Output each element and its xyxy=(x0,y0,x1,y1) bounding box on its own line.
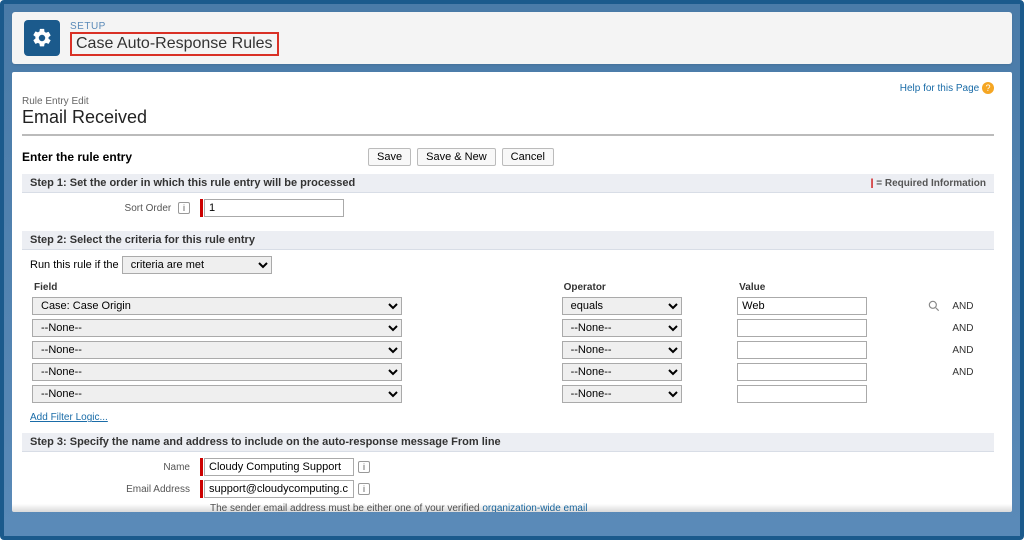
setup-header: SETUP Case Auto-Response Rules xyxy=(12,12,1012,64)
step1-header: Step 1: Set the order in which this rule… xyxy=(22,174,994,193)
step3-header: Step 3: Specify the name and address to … xyxy=(22,433,994,452)
value-input[interactable] xyxy=(737,297,867,315)
run-rule-label: Run this rule if the xyxy=(30,259,119,271)
col-operator: Operator xyxy=(560,280,736,295)
cancel-button[interactable]: Cancel xyxy=(502,148,554,166)
col-value: Value xyxy=(735,280,925,295)
criteria-row: --None-- --None-- AND xyxy=(30,339,986,361)
info-icon[interactable]: i xyxy=(358,483,370,495)
step3-body: Name i Email Address i The sender email … xyxy=(22,452,994,512)
and-label: AND xyxy=(950,339,986,361)
criteria-row: --None-- --None-- AND xyxy=(30,317,986,339)
info-icon[interactable]: i xyxy=(358,461,370,473)
required-bar xyxy=(200,480,203,498)
criteria-mode-select[interactable]: criteria are met xyxy=(122,256,272,274)
required-legend: | = Required Information xyxy=(871,178,986,189)
save-new-button[interactable]: Save & New xyxy=(417,148,496,166)
operator-select[interactable]: equals xyxy=(562,297,682,315)
and-label: AND xyxy=(950,361,986,383)
criteria-row: Case: Case Origin equals AND xyxy=(30,295,986,317)
scroll-area[interactable]: Help for this Page ? Rule Entry Edit Ema… xyxy=(12,72,1012,512)
field-select[interactable]: --None-- xyxy=(32,363,402,381)
and-label: AND xyxy=(950,295,986,317)
gear-icon xyxy=(24,20,60,56)
name-label: Name xyxy=(30,462,200,473)
value-input[interactable] xyxy=(737,385,867,403)
app-frame: SETUP Case Auto-Response Rules Help for … xyxy=(0,0,1024,540)
help-icon: ? xyxy=(982,82,994,94)
operator-select[interactable]: --None-- xyxy=(562,363,682,381)
action-bar: Enter the rule entry Save Save & New Can… xyxy=(22,144,994,174)
page-title: Case Auto-Response Rules xyxy=(70,32,279,56)
field-select[interactable]: --None-- xyxy=(32,385,402,403)
and-label: AND xyxy=(950,317,986,339)
email-helper-text: The sender email address must be either … xyxy=(210,502,610,512)
record-title: Email Received xyxy=(22,107,994,128)
step1-title: Step 1: Set the order in which this rule… xyxy=(30,177,355,189)
email-input[interactable] xyxy=(204,480,354,498)
save-button[interactable]: Save xyxy=(368,148,411,166)
sort-order-label: Sort Order i xyxy=(30,202,200,214)
info-icon[interactable]: i xyxy=(178,202,190,214)
sort-order-input[interactable] xyxy=(204,199,344,217)
criteria-row: --None-- --None-- xyxy=(30,383,986,405)
email-label: Email Address xyxy=(30,484,200,495)
divider xyxy=(22,134,994,136)
name-input[interactable] xyxy=(204,458,354,476)
field-select[interactable]: --None-- xyxy=(32,319,402,337)
field-select[interactable]: Case: Case Origin xyxy=(32,297,402,315)
step2-body: Run this rule if the criteria are met Fi… xyxy=(22,250,994,433)
criteria-row: --None-- --None-- AND xyxy=(30,361,986,383)
step2-header: Step 2: Select the criteria for this rul… xyxy=(22,231,994,250)
help-link[interactable]: Help for this Page ? xyxy=(900,83,994,94)
step1-body: Sort Order i xyxy=(22,193,994,231)
field-select[interactable]: --None-- xyxy=(32,341,402,359)
criteria-table: Field Operator Value Case: Case Origin eq… xyxy=(30,280,986,405)
operator-select[interactable]: --None-- xyxy=(562,385,682,403)
value-input[interactable] xyxy=(737,341,867,359)
required-bar xyxy=(200,458,203,476)
operator-select[interactable]: --None-- xyxy=(562,319,682,337)
and-label xyxy=(950,383,986,405)
content-card: Help for this Page ? Rule Entry Edit Ema… xyxy=(12,72,1012,512)
setup-label: SETUP xyxy=(70,21,279,32)
operator-select[interactable]: --None-- xyxy=(562,341,682,359)
section-title: Enter the rule entry xyxy=(22,150,132,164)
lookup-icon[interactable] xyxy=(927,299,941,313)
add-filter-logic-link[interactable]: Add Filter Logic... xyxy=(30,412,108,423)
value-input[interactable] xyxy=(737,319,867,337)
value-input[interactable] xyxy=(737,363,867,381)
col-field: Field xyxy=(30,280,560,295)
breadcrumb: Rule Entry Edit xyxy=(22,96,994,107)
required-bar xyxy=(200,199,203,217)
